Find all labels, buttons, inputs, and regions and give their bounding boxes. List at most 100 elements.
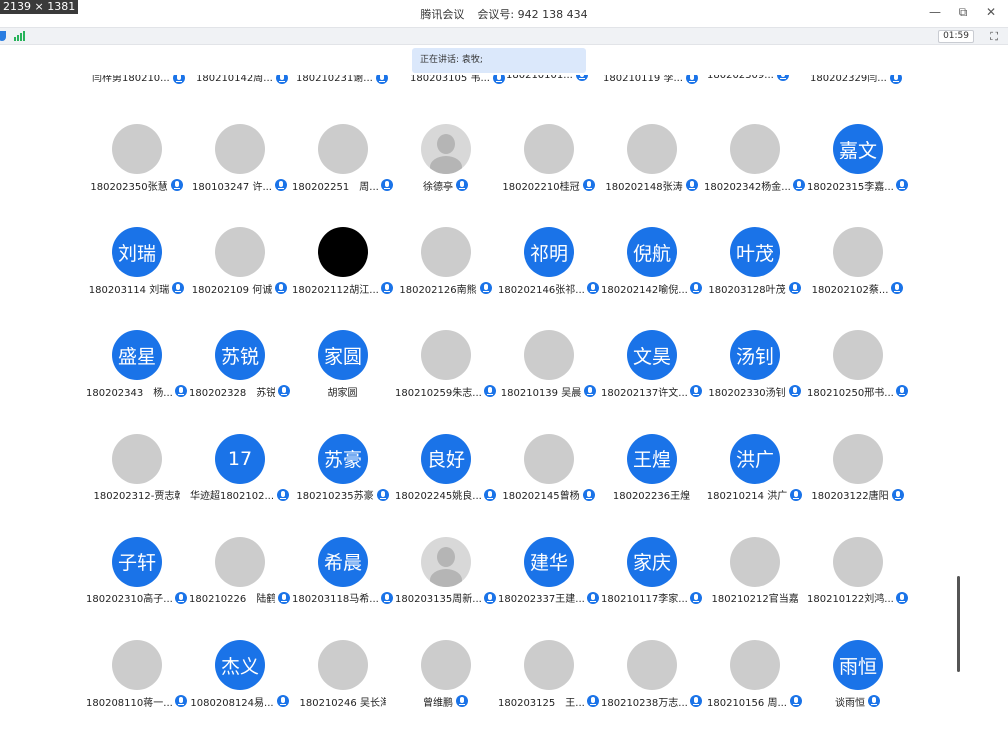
participant-avatar[interactable]: [421, 536, 471, 587]
participant-tile[interactable]: 文昊 180202137许文...: [600, 330, 703, 410]
microphone-icon[interactable]: [381, 282, 393, 295]
microphone-icon[interactable]: [170, 179, 183, 191]
participant-tile[interactable]: 180202148张涛: [600, 124, 703, 204]
participant-avatar[interactable]: [730, 640, 780, 690]
microphone-icon[interactable]: [376, 488, 389, 501]
participant-avatar[interactable]: 杰义: [215, 640, 265, 690]
participant-tile[interactable]: 180103247 许...: [188, 124, 291, 204]
participant-avatar[interactable]: 苏豪: [318, 433, 368, 484]
participant-avatar[interactable]: 叶茂: [730, 227, 780, 278]
participant-avatar[interactable]: [524, 640, 574, 690]
microphone-icon[interactable]: [793, 179, 805, 191]
participant-avatar[interactable]: [421, 227, 471, 278]
participant-avatar[interactable]: [833, 330, 883, 381]
participant-avatar[interactable]: 王煌: [627, 433, 677, 484]
microphone-icon[interactable]: [381, 179, 393, 191]
participant-tile[interactable]: 嘉文 180202315李嘉...: [806, 124, 909, 204]
participant-avatar[interactable]: 家圆: [318, 330, 368, 381]
microphone-icon[interactable]: [275, 75, 288, 84]
restore-button[interactable]: ⧉: [956, 5, 970, 20]
microphone-icon[interactable]: [175, 385, 187, 398]
microphone-icon[interactable]: [776, 75, 789, 81]
participant-avatar[interactable]: [421, 124, 471, 174]
microphone-icon[interactable]: [587, 695, 599, 707]
microphone-icon[interactable]: [278, 591, 290, 604]
scrollbar[interactable]: [957, 576, 960, 672]
participant-tile[interactable]: 180203122唐阳: [806, 433, 909, 514]
microphone-icon[interactable]: [790, 488, 803, 501]
participant-tile[interactable]: 17 华迹超1802102...: [188, 433, 291, 514]
participant-tile[interactable]: 180210212官当嘉: [703, 536, 806, 617]
participant-avatar[interactable]: 苏锐: [215, 330, 265, 381]
microphone-icon[interactable]: [690, 591, 702, 604]
participant-tile[interactable]: 180210122刘鸿...: [806, 536, 909, 617]
participant-avatar[interactable]: [112, 433, 162, 484]
participant-tile[interactable]: 180210156 周...: [703, 640, 806, 720]
microphone-icon[interactable]: [690, 282, 702, 295]
microphone-icon[interactable]: [889, 75, 902, 84]
microphone-icon[interactable]: [375, 75, 388, 84]
participant-tile[interactable]: 希晨 180203118马希...: [291, 536, 394, 617]
participant-tile[interactable]: 180202109 何诚: [188, 227, 291, 307]
microphone-icon[interactable]: [479, 282, 492, 295]
microphone-icon[interactable]: [277, 488, 290, 501]
participant-tile[interactable]: 祁明 180202146张祁...: [497, 227, 600, 307]
participant-avatar[interactable]: 雨恒: [833, 640, 883, 690]
participant-tile[interactable]: 180202312-贾志乾: [85, 433, 188, 514]
microphone-icon[interactable]: [381, 591, 393, 604]
participant-tile[interactable]: 曾维鹏: [394, 640, 497, 720]
microphone-icon[interactable]: [789, 695, 802, 707]
microphone-icon[interactable]: [896, 385, 908, 398]
microphone-icon[interactable]: [172, 282, 185, 295]
microphone-icon[interactable]: [685, 75, 698, 84]
close-button[interactable]: ✕: [984, 5, 998, 20]
participant-avatar[interactable]: [215, 227, 265, 278]
participant-tile[interactable]: 汤钊 180202330汤钊: [703, 330, 806, 410]
participant-avatar[interactable]: 良好: [421, 433, 471, 484]
microphone-icon[interactable]: [896, 179, 908, 191]
participant-tile[interactable]: 180202102蔡...: [806, 227, 909, 307]
microphone-icon[interactable]: [788, 282, 801, 295]
shield-icon[interactable]: [0, 31, 6, 41]
microphone-icon[interactable]: [891, 282, 904, 295]
fullscreen-icon[interactable]: ⛶: [990, 30, 998, 44]
participant-avatar[interactable]: 盛星: [112, 330, 162, 381]
microphone-icon[interactable]: [587, 282, 599, 295]
participant-avatar[interactable]: 子轩: [112, 536, 162, 587]
participant-tile[interactable]: 180203125 王...: [497, 640, 600, 720]
participant-avatar[interactable]: [215, 124, 265, 174]
microphone-icon[interactable]: [896, 591, 908, 604]
microphone-icon[interactable]: [484, 488, 496, 501]
microphone-icon[interactable]: [484, 591, 496, 604]
participant-tile[interactable]: 180210250邢书...: [806, 330, 909, 410]
participant-tile[interactable]: 盛星 180202343 杨...: [85, 330, 188, 410]
microphone-icon[interactable]: [175, 591, 187, 604]
microphone-icon[interactable]: [278, 385, 290, 398]
participant-tile[interactable]: 180210238万志...: [600, 640, 703, 720]
participant-tile[interactable]: 家庆 180210117李家...: [600, 536, 703, 617]
participant-tile[interactable]: 180208110蒋一...: [85, 640, 188, 720]
participant-tile[interactable]: 180210226 陆鹤: [188, 536, 291, 617]
microphone-icon[interactable]: [690, 695, 702, 707]
microphone-icon[interactable]: [172, 75, 185, 84]
participant-avatar[interactable]: [318, 640, 368, 690]
microphone-icon[interactable]: [456, 179, 468, 191]
participant-avatar[interactable]: 17: [215, 433, 265, 484]
microphone-icon[interactable]: [788, 385, 801, 398]
participant-tile[interactable]: 180210246 吴长海: [291, 640, 394, 720]
microphone-icon[interactable]: [584, 385, 597, 398]
participant-avatar[interactable]: 希晨: [318, 536, 368, 587]
participant-avatar[interactable]: [730, 536, 780, 587]
participant-avatar[interactable]: [112, 640, 162, 690]
participant-avatar[interactable]: [627, 640, 677, 690]
microphone-icon[interactable]: [587, 591, 599, 604]
participant-tile[interactable]: 180202210桂冠: [497, 124, 600, 204]
participant-avatar[interactable]: 祁明: [524, 227, 574, 278]
microphone-icon[interactable]: [276, 695, 289, 707]
participant-tile[interactable]: 180210139 吴晨: [497, 330, 600, 410]
microphone-icon[interactable]: [690, 385, 702, 398]
microphone-icon[interactable]: [275, 282, 288, 295]
participant-avatar[interactable]: [524, 124, 574, 174]
participant-tile[interactable]: 180202145曾杨: [497, 433, 600, 514]
participant-tile[interactable]: 180202126南熊: [394, 227, 497, 307]
